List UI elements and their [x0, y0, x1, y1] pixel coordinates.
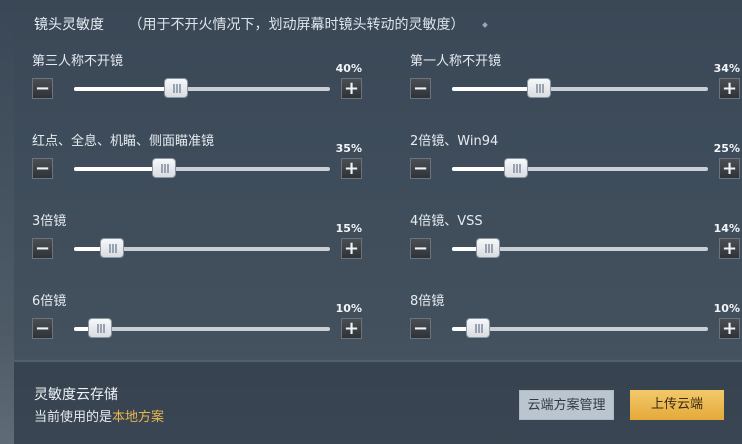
section-title: 镜头灵敏度	[34, 17, 104, 33]
slider-track[interactable]	[74, 318, 330, 338]
diamond-icon	[482, 22, 488, 28]
decrease-button[interactable]: −	[410, 318, 431, 339]
slider-2x-scope: 2倍镜、Win94 25% − +	[410, 130, 740, 200]
slider-thumb[interactable]	[475, 238, 500, 258]
slider-thumb[interactable]	[87, 318, 112, 338]
slider-value: 35%	[335, 142, 362, 155]
decrease-button[interactable]: −	[410, 238, 431, 259]
slider-value: 10%	[335, 302, 362, 315]
slider-track[interactable]	[452, 318, 708, 338]
slider-first-person: 第一人称不开镜 34% − +	[410, 50, 740, 120]
increase-button[interactable]: +	[719, 238, 740, 259]
increase-button[interactable]: +	[719, 318, 740, 339]
slider-track[interactable]	[74, 78, 330, 98]
slider-label: 8倍镜	[410, 294, 445, 309]
decrease-button[interactable]: −	[32, 318, 53, 339]
slider-label: 6倍镜	[32, 294, 67, 309]
slider-label: 第三人称不开镜	[32, 54, 124, 69]
slider-3x-scope: 3倍镜 15% − +	[32, 210, 362, 280]
slider-track[interactable]	[452, 78, 708, 98]
decrease-button[interactable]: −	[32, 158, 53, 179]
decrease-button[interactable]: −	[410, 78, 431, 99]
slider-fill	[452, 87, 540, 91]
slider-fill	[74, 87, 177, 91]
increase-button[interactable]: +	[341, 158, 362, 179]
slider-value: 10%	[713, 302, 740, 315]
slider-value: 14%	[713, 222, 740, 235]
current-scheme-name: 本地方案	[112, 410, 165, 425]
slider-value: 40%	[335, 62, 362, 75]
slider-4x-scope: 4倍镜、VSS 14% − +	[410, 210, 740, 280]
slider-label: 第一人称不开镜	[410, 54, 502, 69]
slider-thumb[interactable]	[527, 78, 552, 98]
slider-fill	[74, 167, 164, 171]
increase-button[interactable]: +	[719, 158, 740, 179]
slider-track[interactable]	[452, 158, 708, 178]
cloud-scheme-manage-button[interactable]: 云端方案管理	[519, 390, 614, 420]
slider-value: 15%	[335, 222, 362, 235]
slider-red-dot: 红点、全息、机瞄、侧面瞄准镜 35% − +	[32, 130, 362, 200]
decrease-button[interactable]: −	[410, 158, 431, 179]
slider-thumb[interactable]	[164, 78, 189, 98]
current-scheme-text: 当前使用的是本地方案	[34, 406, 164, 425]
increase-button[interactable]: +	[341, 318, 362, 339]
slider-track[interactable]	[74, 158, 330, 178]
slider-thumb[interactable]	[100, 238, 125, 258]
slider-third-person: 第三人称不开镜 40% − +	[32, 50, 362, 120]
slider-label: 4倍镜、VSS	[410, 214, 483, 229]
slider-6x-scope: 6倍镜 10% − +	[32, 290, 362, 360]
increase-button[interactable]: +	[341, 238, 362, 259]
slider-value: 34%	[713, 62, 740, 75]
increase-button[interactable]: +	[719, 78, 740, 99]
current-scheme-prefix: 当前使用的是	[34, 410, 113, 425]
section-header: 镜头灵敏度 （用于不开火情况下，划动屏幕时镜头转动的灵敏度）	[34, 14, 488, 34]
cloud-storage-title: 灵敏度云存储	[34, 387, 118, 403]
slider-thumb[interactable]	[465, 318, 490, 338]
slider-thumb[interactable]	[504, 158, 528, 178]
decrease-button[interactable]: −	[32, 238, 53, 259]
slider-track[interactable]	[74, 238, 330, 258]
cloud-storage-bar: 灵敏度云存储 当前使用的是本地方案 云端方案管理 上传云端	[14, 362, 742, 444]
section-note: （用于不开火情况下，划动屏幕时镜头转动的灵敏度）	[128, 17, 465, 33]
slider-label: 2倍镜、Win94	[410, 134, 499, 149]
slider-label: 红点、全息、机瞄、侧面瞄准镜	[32, 134, 215, 149]
decrease-button[interactable]: −	[32, 78, 53, 99]
slider-8x-scope: 8倍镜 10% − +	[410, 290, 740, 360]
slider-label: 3倍镜	[32, 214, 67, 229]
upload-cloud-button[interactable]: 上传云端	[630, 390, 724, 420]
slider-thumb[interactable]	[151, 158, 176, 178]
increase-button[interactable]: +	[341, 78, 362, 99]
slider-track[interactable]	[452, 238, 708, 258]
slider-value: 25%	[713, 142, 740, 155]
